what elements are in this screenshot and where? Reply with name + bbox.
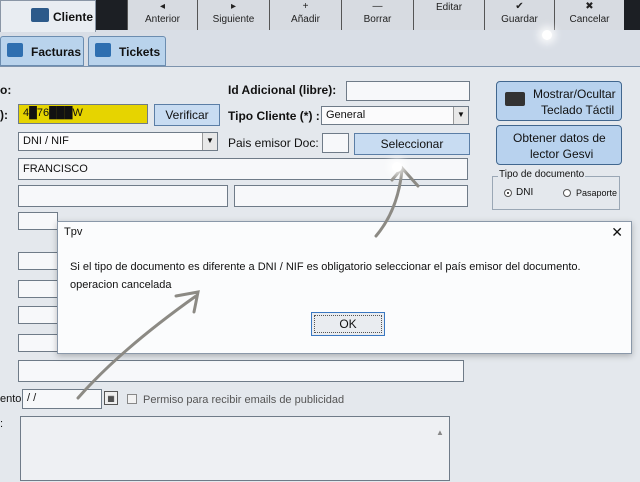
doc-number-field[interactable]: 4█76███W [18, 104, 148, 124]
radio-dni-label: DNI [516, 187, 534, 198]
fecha-label: ento: [0, 393, 25, 405]
form-field[interactable] [18, 306, 58, 324]
ok-button[interactable]: OK [311, 312, 385, 336]
apellido2-field[interactable] [234, 185, 468, 207]
lector-gesvi-button[interactable]: Obtener datos de lector Gesvi [496, 125, 622, 165]
cancelar-button[interactable]: ✖ Cancelar [554, 0, 624, 30]
anadir-button[interactable]: + Añadir [269, 0, 341, 30]
borrar-button[interactable]: — Borrar [341, 0, 413, 30]
id-adicional-field[interactable] [346, 81, 470, 101]
radio-pasaporte-label: Pasaporte [576, 188, 618, 198]
tab-facturas[interactable]: Facturas [0, 36, 84, 66]
tipo-cliente-value: General [326, 109, 366, 121]
group-title: Tipo de documento [498, 169, 586, 180]
tab-tickets[interactable]: Tickets [88, 36, 166, 66]
form-field[interactable] [18, 280, 58, 298]
dialog-message-line: Si el tipo de documento es diferente a D… [70, 261, 581, 273]
id-card-icon [31, 8, 49, 22]
screen-glare [392, 162, 402, 172]
pais-emisor-label: Pais emisor Doc: [228, 136, 319, 150]
field-label: o: [0, 83, 12, 97]
screen-glare [542, 30, 552, 40]
form-field[interactable] [18, 252, 58, 270]
verificar-button[interactable]: Verificar [154, 104, 220, 126]
chevron-down-icon: ▼ [453, 107, 468, 124]
folder-icon [7, 43, 23, 57]
observaciones-textarea[interactable] [20, 416, 450, 481]
tipo-documento-select[interactable]: DNI / NIF ▼ [18, 132, 218, 151]
minus-icon: — [372, 1, 383, 12]
pais-emisor-field[interactable] [322, 133, 349, 153]
plus-icon: + [302, 1, 309, 12]
dialog-message: Si el tipo de documento es diferente a D… [70, 258, 622, 294]
tipo-cliente-select[interactable]: General ▼ [321, 106, 469, 125]
radio-pasaporte[interactable] [563, 189, 571, 197]
tab-cliente[interactable]: Cliente [0, 0, 96, 32]
fecha-field[interactable]: / / [22, 389, 102, 409]
siguiente-button[interactable]: ▸ Siguiente [197, 0, 269, 30]
radio-dni[interactable] [504, 189, 512, 197]
seleccionar-button[interactable]: Seleccionar [354, 133, 470, 155]
tipo-cliente-label: Tipo Cliente (*) : [228, 109, 320, 123]
apellido1-field[interactable] [18, 185, 228, 207]
scroll-up-icon[interactable]: ▲ [436, 428, 444, 437]
form-field[interactable] [18, 334, 58, 352]
permiso-checkbox[interactable] [127, 394, 137, 404]
close-icon[interactable]: ✕ [611, 224, 623, 241]
keyboard-icon [505, 92, 525, 106]
chevron-down-icon: ▼ [202, 133, 217, 150]
dialog-title: Tpv [64, 226, 83, 238]
direccion-field[interactable] [18, 212, 58, 230]
guardar-button[interactable]: ✔ Guardar [484, 0, 554, 30]
tpv-dialog: Tpv ✕ Si el tipo de documento es diferen… [57, 221, 632, 354]
form-field[interactable] [18, 360, 464, 382]
editar-button[interactable]: Editar [413, 0, 484, 30]
permiso-label: Permiso para recibir emails de publicida… [143, 394, 345, 406]
observaciones-label: : [0, 418, 4, 430]
id-adicional-label: Id Adicional (libre): [228, 83, 337, 97]
anterior-button[interactable]: ◂ Anterior [127, 0, 197, 30]
cross-icon: ✖ [585, 1, 594, 12]
arrow-right-icon: ▸ [230, 1, 237, 12]
tipo-documento-value: DNI / NIF [23, 135, 69, 147]
tab-cliente-label: Cliente [53, 10, 94, 24]
dialog-message-line: operacion cancelada [70, 279, 172, 291]
ticket-icon [95, 43, 111, 57]
toggle-keyboard-button[interactable]: Mostrar/Ocultar Teclado Táctil [496, 81, 622, 121]
calendar-icon[interactable]: ▦ [104, 391, 118, 405]
arrow-left-icon: ◂ [159, 1, 166, 12]
field-label: ): [0, 108, 8, 122]
check-icon: ✔ [515, 1, 524, 12]
